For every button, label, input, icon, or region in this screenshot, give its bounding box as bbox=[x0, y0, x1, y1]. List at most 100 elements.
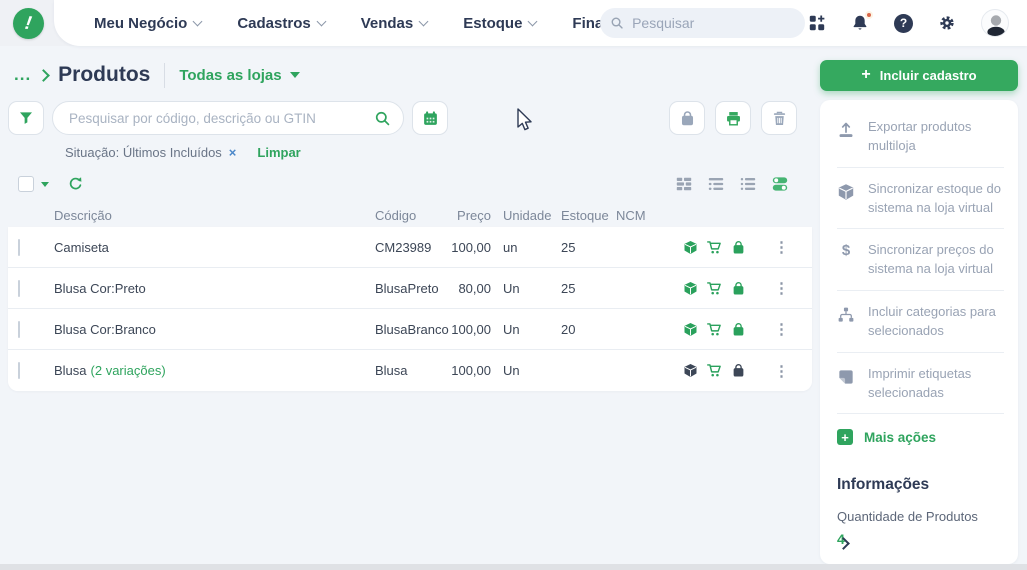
upload-icon bbox=[837, 121, 855, 139]
row-checkbox[interactable] bbox=[18, 239, 20, 256]
tiny-logo[interactable]: ! bbox=[13, 8, 44, 39]
filter-button[interactable] bbox=[8, 101, 44, 135]
chevron-right-icon bbox=[37, 69, 50, 82]
select-options-caret[interactable] bbox=[41, 182, 49, 187]
cart-icon[interactable] bbox=[707, 281, 722, 296]
product-table: Camiseta CM23989 100,00 un 25 ⋮ Blusa bbox=[8, 227, 812, 391]
dollar-icon: $ bbox=[837, 242, 855, 259]
apps-grid-icon[interactable] bbox=[808, 14, 826, 32]
global-search[interactable] bbox=[600, 8, 805, 38]
product-stock: 25 bbox=[559, 281, 616, 296]
product-stock: 20 bbox=[559, 322, 616, 337]
column-unidade: Unidade bbox=[491, 208, 559, 223]
product-link[interactable]: Camiseta bbox=[54, 240, 375, 255]
bag-icon[interactable] bbox=[731, 322, 746, 337]
row-menu-button[interactable]: ⋮ bbox=[752, 279, 812, 297]
product-stock: 25 bbox=[559, 240, 616, 255]
action-export-multistore[interactable]: Exportar produtos multiloja bbox=[837, 106, 1004, 168]
action-add-categories[interactable]: Incluir categorias para selecionados bbox=[837, 291, 1004, 353]
product-variations[interactable]: (2 variações) bbox=[91, 363, 166, 378]
stock-cube-icon[interactable] bbox=[683, 240, 698, 255]
search-icon bbox=[610, 15, 624, 31]
more-actions-button[interactable]: + Mais ações bbox=[837, 414, 1004, 445]
table-header: Descrição Código Preço Unidade Estoque N… bbox=[8, 203, 812, 227]
search-icon[interactable] bbox=[374, 110, 391, 127]
help-icon[interactable]: ? bbox=[894, 14, 913, 33]
store-selector[interactable]: Todas as lojas bbox=[179, 67, 299, 84]
view-switcher bbox=[675, 175, 789, 193]
detailed-view-icon[interactable] bbox=[675, 175, 693, 193]
status-filter-chip: Situação: Últimos Incluídos bbox=[65, 145, 222, 160]
calendar-button[interactable] bbox=[412, 101, 448, 135]
column-estoque: Estoque bbox=[559, 208, 616, 223]
column-preco: Preço bbox=[441, 208, 491, 223]
action-sync-stock[interactable]: Sincronizar estoque do sistema na loja v… bbox=[837, 168, 1004, 230]
filter-funnel-icon bbox=[18, 110, 34, 126]
product-link[interactable]: Blusa (2 variações) bbox=[54, 363, 375, 378]
chevron-down-icon bbox=[419, 16, 429, 26]
stock-cube-icon[interactable] bbox=[683, 322, 698, 337]
global-search-input[interactable] bbox=[632, 15, 795, 31]
product-description: Camiseta bbox=[54, 240, 109, 255]
product-link[interactable]: Blusa Cor:Branco bbox=[54, 322, 375, 337]
menu-estoque[interactable]: Estoque bbox=[463, 15, 536, 32]
product-link[interactable]: Blusa Cor:Preto bbox=[54, 281, 375, 296]
list-view-icon[interactable] bbox=[739, 175, 757, 193]
settings-gear-icon[interactable] bbox=[938, 14, 956, 32]
bag-button[interactable] bbox=[669, 101, 705, 135]
breadcrumb-ellipsis[interactable]: ... bbox=[14, 65, 31, 85]
product-unit: un bbox=[491, 240, 559, 255]
notifications-bell-icon[interactable] bbox=[851, 14, 869, 32]
product-search-input[interactable] bbox=[69, 111, 374, 126]
toggles-view-icon[interactable] bbox=[771, 175, 789, 193]
include-record-button[interactable]: + Incluir cadastro bbox=[820, 60, 1018, 91]
stock-cube-icon[interactable] bbox=[683, 363, 698, 378]
plus-square-icon: + bbox=[837, 429, 853, 445]
avatar[interactable] bbox=[981, 9, 1009, 37]
product-search[interactable] bbox=[52, 101, 404, 135]
logo-exclamation-glyph: ! bbox=[24, 12, 34, 35]
product-price: 80,00 bbox=[441, 281, 491, 296]
row-menu-button[interactable]: ⋮ bbox=[752, 238, 812, 256]
refresh-button[interactable] bbox=[67, 176, 83, 192]
menu-cadastros[interactable]: Cadastros bbox=[237, 15, 324, 32]
stock-cube-icon[interactable] bbox=[683, 281, 698, 296]
horizontal-scrollbar-track[interactable] bbox=[0, 564, 1027, 570]
row-checkbox[interactable] bbox=[18, 280, 20, 297]
grouped-view-icon[interactable] bbox=[707, 175, 725, 193]
chevron-down-icon bbox=[316, 16, 326, 26]
menu-vendas[interactable]: Vendas bbox=[361, 15, 428, 32]
row-checkbox[interactable] bbox=[18, 321, 20, 338]
filter-row bbox=[8, 101, 812, 135]
column-descricao: Descrição bbox=[54, 208, 375, 223]
remove-filter-icon[interactable]: × bbox=[229, 145, 237, 160]
bag-icon[interactable] bbox=[731, 240, 746, 255]
action-print-labels[interactable]: Imprimir etiquetas selecionadas bbox=[837, 353, 1004, 415]
print-button[interactable] bbox=[715, 101, 751, 135]
select-all-checkbox[interactable] bbox=[18, 176, 34, 192]
bag-icon[interactable] bbox=[731, 363, 746, 378]
bag-icon[interactable] bbox=[731, 281, 746, 296]
row-checkbox[interactable] bbox=[18, 362, 20, 379]
row-menu-button[interactable]: ⋮ bbox=[752, 320, 812, 338]
delete-button[interactable] bbox=[761, 101, 797, 135]
product-code: Blusa bbox=[375, 363, 441, 378]
cart-icon[interactable] bbox=[707, 240, 722, 255]
info-section-title: Informações bbox=[837, 476, 1004, 494]
app-window: ! Meu Negócio Cadastros Vendas Estoque F… bbox=[0, 0, 1027, 570]
row-menu-button[interactable]: ⋮ bbox=[752, 362, 812, 380]
category-tree-icon bbox=[837, 306, 855, 324]
chevron-down-icon bbox=[528, 16, 538, 26]
product-description: Blusa bbox=[54, 363, 87, 378]
cart-icon[interactable] bbox=[707, 363, 722, 378]
action-sync-prices[interactable]: $ Sincronizar preços do sistema na loja … bbox=[837, 229, 1004, 291]
table-row: Camiseta CM23989 100,00 un 25 ⋮ bbox=[8, 227, 812, 268]
printer-icon bbox=[725, 110, 742, 127]
cart-icon[interactable] bbox=[707, 322, 722, 337]
table-row: Blusa Cor:Preto BlusaPreto 80,00 Un 25 ⋮ bbox=[8, 268, 812, 309]
product-description: Blusa Cor:Preto bbox=[54, 281, 146, 296]
label-tag-icon bbox=[837, 368, 855, 386]
clear-filters-link[interactable]: Limpar bbox=[257, 145, 300, 160]
menu-meu-negocio[interactable]: Meu Negócio bbox=[94, 15, 201, 32]
cube-icon bbox=[837, 183, 855, 201]
